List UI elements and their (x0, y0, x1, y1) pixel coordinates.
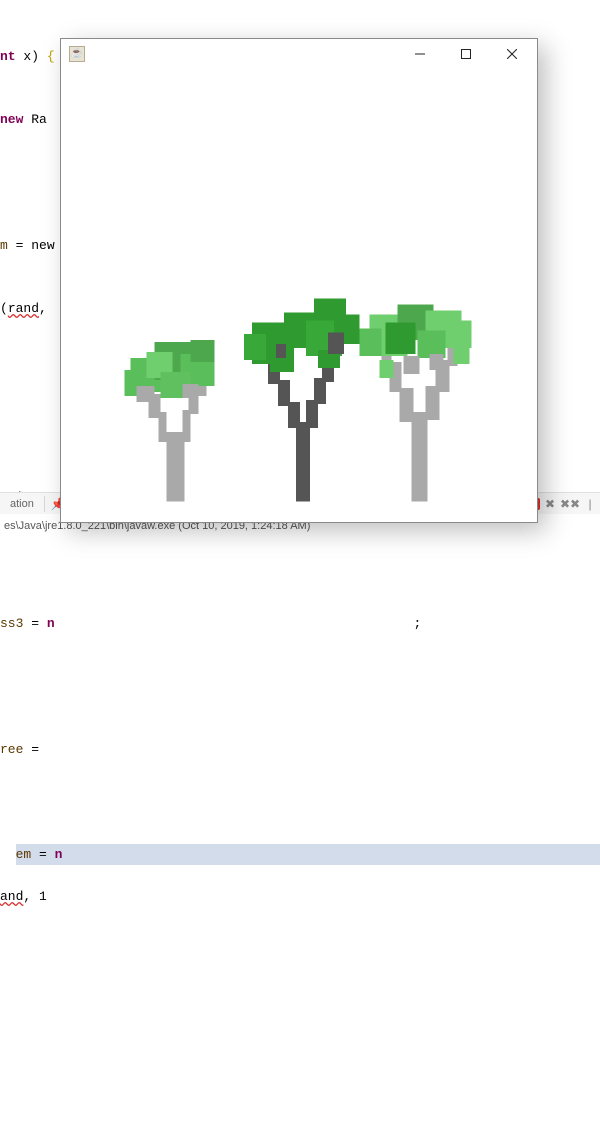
maximize-button[interactable] (443, 40, 489, 68)
code-text: x) (16, 49, 47, 64)
maximize-icon (461, 49, 471, 59)
keyword: n (55, 847, 63, 862)
brace: { (47, 49, 55, 64)
error-underline: and (0, 889, 23, 904)
minimize-icon (415, 49, 425, 59)
code-text: = (31, 847, 54, 862)
java-icon: ☕ (69, 46, 85, 62)
code-text: , 1 (23, 889, 46, 904)
keyword: new (0, 112, 23, 127)
divider-icon: | (583, 497, 597, 511)
variable: ss3 (0, 616, 23, 631)
remove-launch-icon[interactable]: ✖ (543, 497, 557, 511)
code-text: = new (8, 238, 55, 253)
remove-all-icon[interactable]: ✖✖ (563, 497, 577, 511)
variable: em (16, 847, 32, 862)
tree-3 (360, 304, 472, 501)
code-text: ; (413, 616, 421, 631)
code-text: ( (0, 301, 8, 316)
keyword: n (47, 616, 55, 631)
variable: ree (0, 742, 23, 757)
close-icon (507, 49, 517, 59)
code-text: , (39, 301, 47, 316)
code-text: = (23, 742, 39, 757)
error-underline: rand (8, 301, 39, 316)
keyword: nt (0, 49, 16, 64)
console-tab[interactable]: ation (0, 496, 45, 512)
minimize-button[interactable] (397, 40, 443, 68)
trees-drawing (61, 262, 537, 522)
tree-2 (244, 298, 360, 501)
variable: m (0, 238, 8, 253)
code-text (55, 616, 414, 631)
window-titlebar[interactable]: ☕ (61, 39, 537, 69)
close-button[interactable] (489, 40, 535, 68)
code-text: = (23, 616, 46, 631)
code-text: Ra (23, 112, 46, 127)
tree-1 (125, 340, 215, 501)
app-canvas (61, 69, 537, 522)
java-app-window: ☕ (60, 38, 538, 523)
